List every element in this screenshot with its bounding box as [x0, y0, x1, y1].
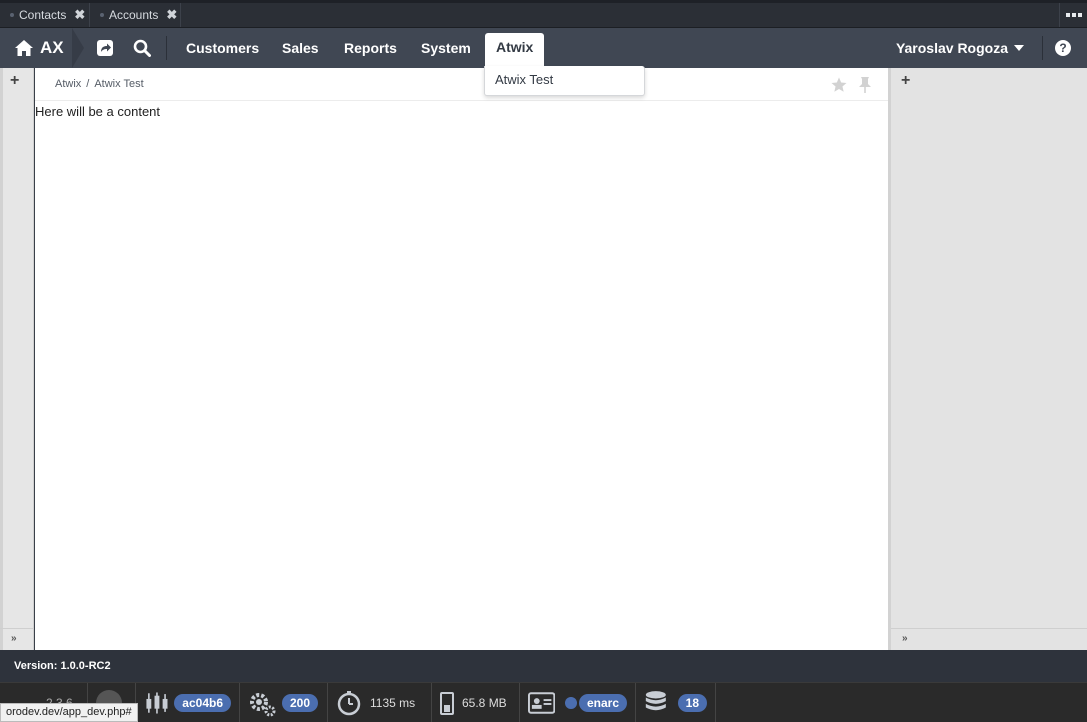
git-cell[interactable]: ac04b6 — [136, 683, 240, 722]
menu-sales[interactable]: Sales — [282, 28, 319, 68]
search-button[interactable] — [128, 28, 156, 68]
add-widget-button[interactable]: + — [901, 72, 910, 90]
help-icon[interactable]: ? — [1055, 40, 1071, 56]
status-url: orodev.dev/app_dev.php# — [0, 703, 138, 722]
memory-usage: 65.8 MB — [462, 696, 507, 710]
share-button[interactable] — [91, 28, 119, 68]
close-icon[interactable]: ✖ — [166, 7, 177, 23]
expand-sidebar-button[interactable]: » — [11, 633, 17, 644]
gears-icon — [250, 693, 276, 717]
pinned-tabs-bar: Contacts ✖ Accounts ✖ — [0, 0, 1087, 28]
user-cell[interactable]: enarc — [520, 683, 636, 722]
caret-down-icon — [1014, 45, 1024, 51]
git-hash-badge: ac04b6 — [174, 694, 231, 712]
home-icon — [15, 40, 33, 56]
database-cell[interactable]: 18 — [636, 683, 716, 722]
home-logo[interactable]: AX — [14, 28, 64, 68]
main-content: Atwix / Atwix Test Here will be a content — [35, 68, 888, 650]
star-icon[interactable] — [830, 76, 848, 94]
main-navigation: AX Customers Sales Reports System Atwix … — [0, 28, 1087, 68]
menu-customers[interactable]: Customers — [186, 28, 259, 68]
more-tabs-button[interactable] — [1059, 3, 1087, 27]
sidebar-divider — [0, 628, 33, 629]
nav-divider — [166, 36, 167, 60]
breadcrumb-parent[interactable]: Atwix — [55, 78, 81, 90]
nav-divider — [1042, 36, 1043, 60]
left-sidebar: + » — [0, 68, 34, 650]
more-icon — [1065, 13, 1082, 17]
menu-reports[interactable]: Reports — [344, 28, 397, 68]
menu-atwix[interactable]: Atwix — [485, 33, 545, 68]
commit-icon — [146, 692, 168, 714]
pinned-tab-label: Contacts — [19, 8, 67, 22]
search-icon — [133, 39, 151, 57]
id-card-icon — [528, 692, 556, 714]
timer-cell[interactable]: 1135 ms — [328, 683, 432, 722]
status-code-badge: 200 — [282, 694, 319, 712]
database-icon — [645, 691, 666, 711]
memory-cell[interactable]: 65.8 MB — [432, 683, 520, 722]
tab-dot-icon — [100, 13, 104, 17]
breadcrumb-separator: / — [86, 78, 90, 90]
close-icon[interactable]: ✖ — [74, 7, 85, 23]
sidebar-edge — [0, 68, 3, 650]
stopwatch-icon — [337, 691, 361, 716]
atwix-dropdown-menu: Atwix Test — [484, 66, 645, 96]
version-bar: Version: 1.0.0-RC2 — [0, 650, 1087, 682]
user-badge: enarc — [578, 694, 627, 712]
user-menu[interactable]: Yaroslav Rogoza — [896, 28, 1024, 68]
battery-icon — [440, 692, 454, 715]
db-queries-badge: 18 — [677, 694, 707, 712]
dropdown-item-atwix-test[interactable]: Atwix Test — [485, 66, 644, 94]
expand-sidebar-button[interactable]: » — [902, 633, 908, 644]
header-divider — [35, 100, 888, 101]
pinned-tab-label: Accounts — [109, 8, 159, 22]
breadcrumb-current: Atwix Test — [94, 78, 144, 90]
add-widget-button[interactable]: + — [10, 72, 19, 90]
user-status-dot — [565, 697, 577, 709]
pin-icon[interactable] — [858, 76, 872, 94]
logo-text: AX — [40, 38, 64, 57]
sidebar-divider — [891, 628, 1087, 629]
pinned-tab-accounts[interactable]: Accounts ✖ — [90, 3, 181, 27]
menu-system[interactable]: System — [421, 28, 471, 68]
tab-dot-icon — [10, 13, 14, 17]
breadcrumb: Atwix / Atwix Test — [55, 78, 144, 90]
logo-arrow — [72, 28, 84, 68]
request-time: 1135 ms — [370, 696, 416, 710]
debug-toolbar: 2.3.6 ac04b6 200 1135 ms — [0, 682, 1087, 722]
share-icon — [97, 40, 113, 56]
content-text: Here will be a content — [35, 104, 161, 119]
pinned-tab-contacts[interactable]: Contacts ✖ — [0, 3, 90, 27]
right-sidebar: + » — [888, 68, 1087, 650]
user-name: Yaroslav Rogoza — [895, 40, 1008, 56]
status-code-cell[interactable]: 200 — [240, 683, 328, 722]
